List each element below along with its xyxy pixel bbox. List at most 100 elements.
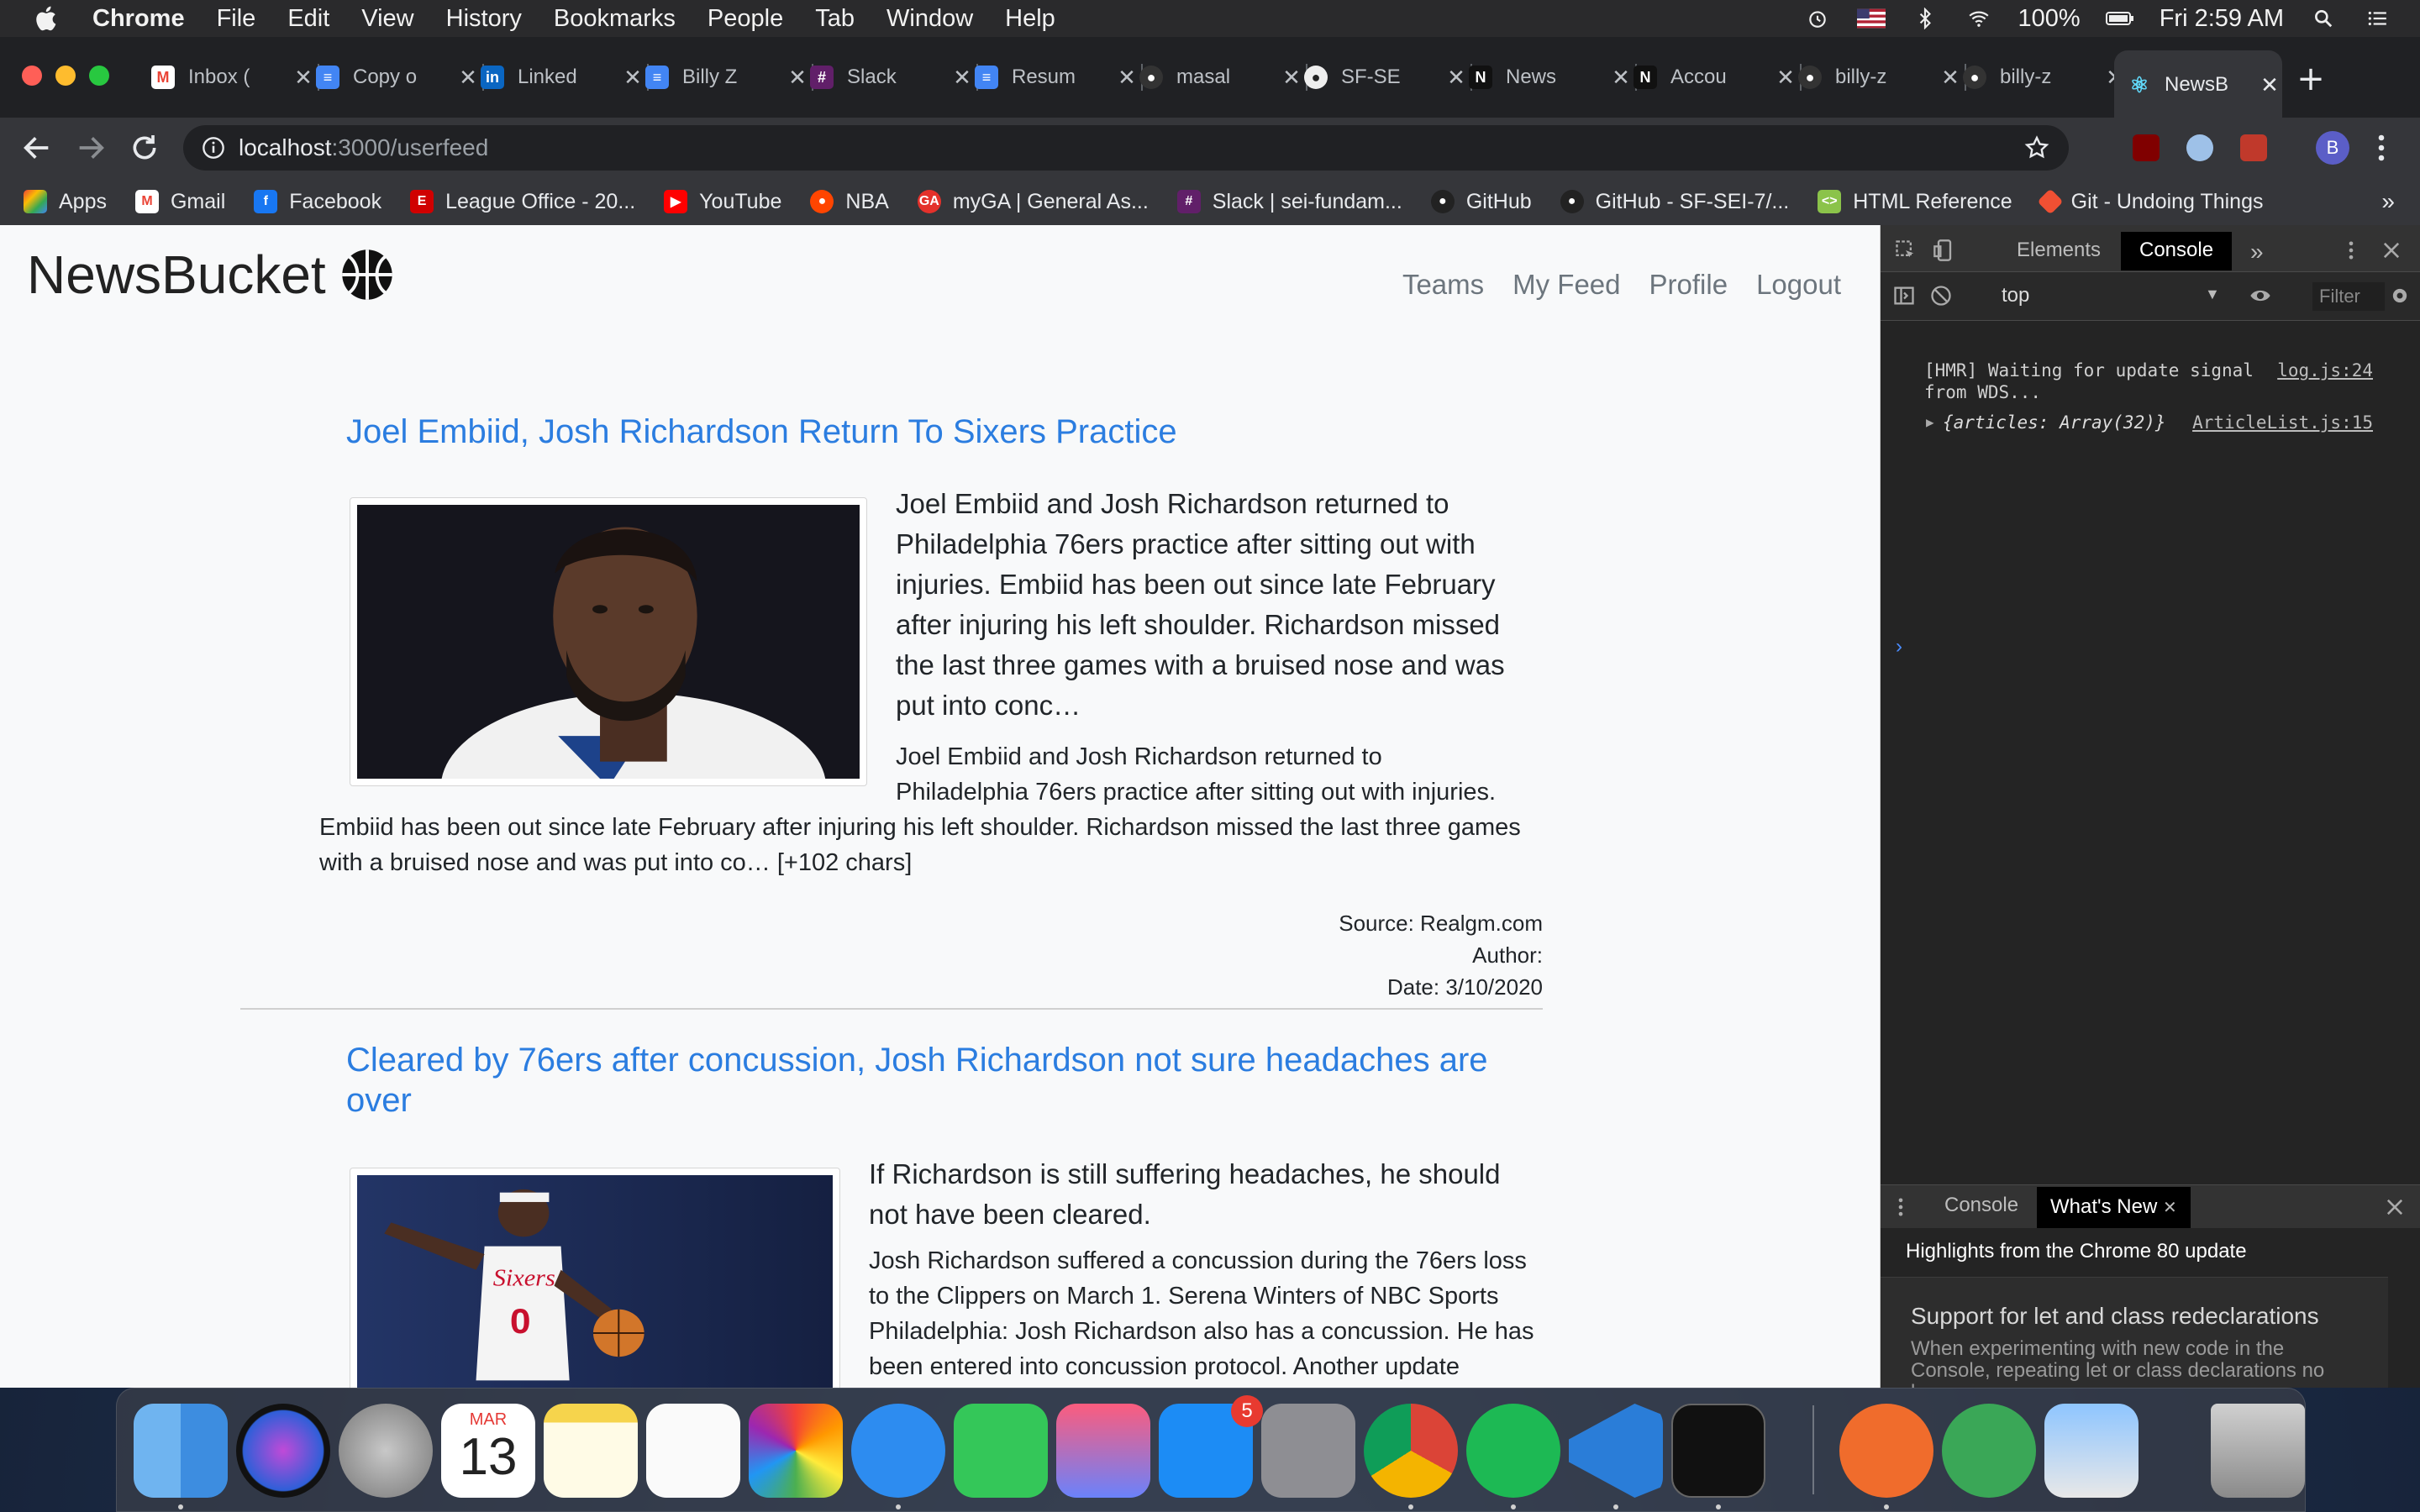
timer-icon[interactable] [1803, 8, 1832, 29]
menu-tab[interactable]: Tab [815, 5, 855, 33]
tab-account[interactable]: N Accou ✕ [1634, 59, 1802, 96]
bookmark-facebook[interactable]: f Facebook [254, 190, 381, 214]
nav-profile[interactable]: Profile [1649, 269, 1728, 301]
tab-masal[interactable]: ● masal ✕ [1139, 59, 1307, 96]
devtools-tab-console[interactable]: Console [2121, 232, 2233, 270]
menu-file[interactable]: File [217, 5, 256, 33]
close-tab-icon[interactable]: ✕ [620, 65, 645, 91]
siri-icon[interactable] [236, 1404, 330, 1498]
menu-help[interactable]: Help [1005, 5, 1055, 33]
minimize-window-button[interactable] [55, 66, 76, 86]
photos-icon[interactable] [749, 1404, 843, 1498]
ublock-extension-icon[interactable] [2133, 134, 2160, 161]
gitkraken-icon[interactable] [1942, 1404, 2036, 1498]
close-tab-icon[interactable]: ✕ [1773, 65, 1798, 91]
tab-copy[interactable]: ≡ Copy o ✕ [316, 59, 484, 96]
trash-icon[interactable] [2211, 1404, 2305, 1498]
extension-circle-icon[interactable] [2186, 134, 2213, 161]
apple-icon[interactable] [32, 3, 62, 34]
close-tab-icon[interactable]: ✕ [1279, 65, 1304, 91]
log-source-link[interactable]: log.js:24 [2277, 360, 2373, 381]
devtools-menu-icon[interactable] [2339, 239, 2363, 262]
tab-inbox[interactable]: M Inbox (✕ [151, 59, 319, 96]
article-title[interactable]: Cleared by 76ers after concussion, Josh … [346, 1040, 1539, 1121]
close-window-button[interactable] [22, 66, 42, 86]
reminders-icon[interactable] [646, 1404, 740, 1498]
live-expression-eye-icon[interactable] [2249, 284, 2272, 307]
bookmarks-overflow-icon[interactable]: » [2381, 188, 2395, 215]
close-tab-icon[interactable]: ✕ [2257, 72, 2282, 98]
reload-icon[interactable] [128, 131, 161, 165]
messages-icon[interactable] [851, 1404, 945, 1498]
bookmark-apps[interactable]: Apps [24, 190, 107, 214]
menu-edit[interactable]: Edit [287, 5, 329, 33]
tab-resume[interactable]: ≡ Resum ✕ [975, 59, 1143, 96]
bookmark-league-office[interactable]: E League Office - 20... [410, 190, 635, 214]
launchpad-rocket-icon[interactable] [339, 1404, 433, 1498]
bookmark-github-sf-sei[interactable]: ● GitHub - SF-SEI-7/... [1560, 190, 1789, 214]
drawer-tab-whats-new[interactable]: What's New ✕ [2037, 1187, 2191, 1229]
nav-teams[interactable]: Teams [1402, 269, 1484, 301]
console-filter-input[interactable]: Filter [2312, 282, 2385, 311]
menu-app-name[interactable]: Chrome [92, 5, 185, 33]
bookmark-gmail[interactable]: M Gmail [134, 190, 225, 214]
terminal-icon[interactable] [1671, 1404, 1765, 1498]
battery-icon[interactable] [2105, 8, 2134, 29]
preview-icon[interactable] [2044, 1404, 2139, 1498]
nav-logout[interactable]: Logout [1756, 269, 1841, 301]
drawer-tab-console[interactable]: Console [1944, 1194, 2018, 1217]
menu-people[interactable]: People [708, 5, 783, 33]
menu-view[interactable]: View [361, 5, 413, 33]
profile-avatar[interactable]: B [2316, 131, 2349, 165]
site-brand[interactable]: NewsBucket [27, 244, 395, 306]
close-devtools-icon[interactable] [2380, 239, 2403, 262]
console-settings-gear-icon[interactable] [2388, 284, 2412, 307]
close-drawer-tab-icon[interactable]: ✕ [2163, 1199, 2177, 1217]
spotlight-search-icon[interactable] [2309, 8, 2338, 29]
postman-icon[interactable] [1839, 1404, 1933, 1498]
close-tab-icon[interactable]: ✕ [291, 65, 316, 91]
show-sidebar-icon[interactable] [1892, 284, 1916, 307]
close-tab-icon[interactable]: ✕ [1444, 65, 1469, 91]
bookmark-star-icon[interactable] [2023, 134, 2050, 161]
chrome-icon[interactable] [1364, 1404, 1458, 1498]
facetime-icon[interactable] [954, 1404, 1048, 1498]
us-flag-icon[interactable] [1856, 8, 1886, 29]
article-image[interactable] [350, 497, 867, 882]
article-image[interactable]: Sixers 0 [350, 1168, 840, 1388]
tab-billy-z-1[interactable]: ● billy-z ✕ [1798, 59, 1966, 96]
menu-history[interactable]: History [446, 5, 522, 33]
clear-console-icon[interactable] [1929, 284, 1953, 307]
vscode-icon[interactable] [1569, 1404, 1663, 1498]
console-prompt-chevron-icon[interactable]: › [1896, 635, 1902, 659]
chevron-down-icon[interactable]: ▼ [2205, 286, 2220, 303]
close-tab-icon[interactable]: ✕ [1608, 65, 1634, 91]
bookmark-html-reference[interactable]: <> HTML Reference [1818, 190, 2012, 214]
whats-new-card[interactable]: Support for let and class redeclarations… [1881, 1277, 2388, 1388]
forward-arrow-icon[interactable] [74, 131, 108, 165]
calendar-icon[interactable]: MAR 13 [441, 1404, 535, 1498]
site-info-icon[interactable] [202, 136, 225, 160]
close-tab-icon[interactable]: ✕ [1938, 65, 1963, 91]
bookmark-youtube[interactable]: ▶ YouTube [664, 190, 781, 214]
spotify-icon[interactable] [1466, 1404, 1560, 1498]
tab-slack[interactable]: # Slack ✕ [810, 59, 978, 96]
close-tab-icon[interactable]: ✕ [785, 65, 810, 91]
wifi-icon[interactable] [1965, 8, 1993, 29]
tab-billy-doc[interactable]: ≡ Billy Z ✕ [645, 59, 813, 96]
drawer-menu-icon[interactable] [1889, 1195, 1912, 1219]
new-tab-button[interactable]: + [2292, 62, 2329, 99]
bookmark-github[interactable]: ● GitHub [1430, 190, 1532, 214]
tab-linkedin[interactable]: in Linked ✕ [481, 59, 649, 96]
extension-red-icon[interactable] [2240, 134, 2267, 161]
zoom-window-button[interactable] [89, 66, 109, 86]
clock[interactable]: Fri 2:59 AM [2160, 5, 2284, 33]
address-bar[interactable]: localhost:3000/userfeed [183, 125, 2069, 171]
inspect-element-icon[interactable] [1894, 239, 1918, 262]
close-tab-icon[interactable]: ✕ [455, 65, 481, 91]
tab-news[interactable]: N News ✕ [1469, 59, 1637, 96]
close-tab-icon[interactable]: ✕ [950, 65, 975, 91]
notes-icon[interactable] [544, 1404, 638, 1498]
music-icon[interactable] [1056, 1404, 1150, 1498]
bookmark-myga[interactable]: GA myGA | General As... [917, 190, 1149, 214]
